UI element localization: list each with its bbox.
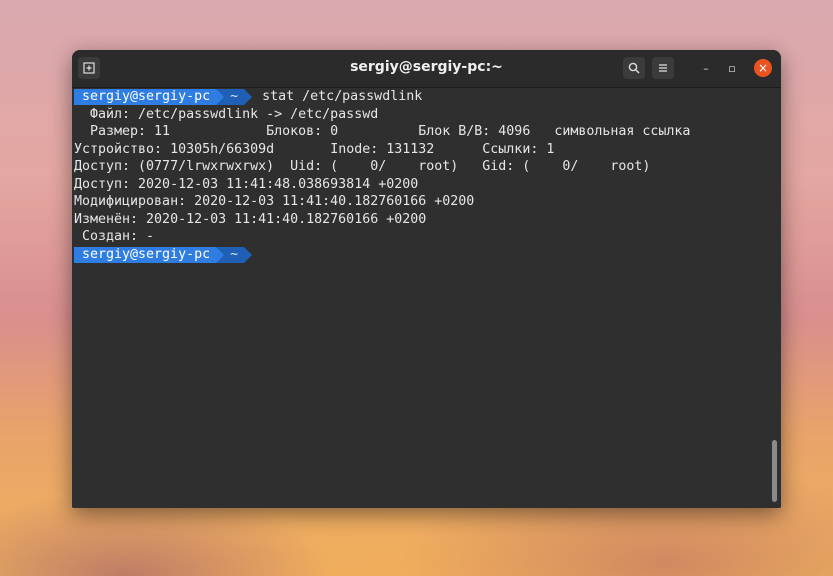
output-line: Доступ: 2020-12-03 11:41:48.038693814 +0… <box>74 176 419 192</box>
prompt-user: sergiy@sergiy-pc <box>74 89 217 105</box>
prompt-dir: ~ <box>224 89 245 105</box>
maximize-button[interactable]: ▫ <box>724 61 740 77</box>
scrollbar[interactable] <box>772 440 777 502</box>
menu-button[interactable] <box>652 57 674 79</box>
prompt-line: sergiy@sergiy-pc ~ <box>74 246 781 264</box>
prompt: sergiy@sergiy-pc ~ <box>74 89 253 105</box>
output-line: Создан: - <box>74 229 155 244</box>
prompt-user: sergiy@sergiy-pc <box>74 246 217 263</box>
title-bar[interactable]: sergiy@sergiy-pc:~ – ▫ × <box>72 50 781 88</box>
output-line: Изменён: 2020-12-03 11:41:40.182760166 +… <box>74 211 427 227</box>
terminal-output[interactable]: sergiy@sergiy-pc ~ stat /etc/passwdlink Фа… <box>72 88 781 508</box>
output-line: Модифицирован: 2020-12-03 11:41:40.18276… <box>74 194 475 209</box>
prompt: sergiy@sergiy-pc ~ <box>74 246 253 263</box>
prompt-end-icon <box>244 246 253 263</box>
minimize-button[interactable]: – <box>698 61 714 77</box>
hamburger-icon <box>659 64 667 72</box>
search-button[interactable] <box>623 57 645 79</box>
output-line: Размер: 11 Блоков: 0 Блок В/В: 4096 симв… <box>74 124 691 139</box>
prompt-end-icon <box>244 89 253 105</box>
output-line: Файл: /etc/passwdlink -> /etc/passwd <box>74 106 379 122</box>
prompt-separator-icon <box>216 246 225 263</box>
close-button[interactable]: × <box>754 59 772 77</box>
prompt-line: sergiy@sergiy-pc ~ stat /etc/passwdlink <box>74 88 781 106</box>
prompt-separator-icon <box>216 89 225 105</box>
prompt-dir: ~ <box>224 246 245 263</box>
output-line: Доступ: (0777/lrwxrwxrwx) Uid: ( 0/ root… <box>74 159 651 174</box>
terminal-window[interactable]: sergiy@sergiy-pc:~ – ▫ × sergiy@sergiy-p… <box>72 50 781 508</box>
output-line: Устройство: 10305h/66309d Inode: 131132 … <box>74 141 555 157</box>
window-title: sergiy@sergiy-pc:~ <box>350 59 503 75</box>
search-icon <box>628 62 640 74</box>
command-text: stat /etc/passwdlink <box>262 89 423 104</box>
